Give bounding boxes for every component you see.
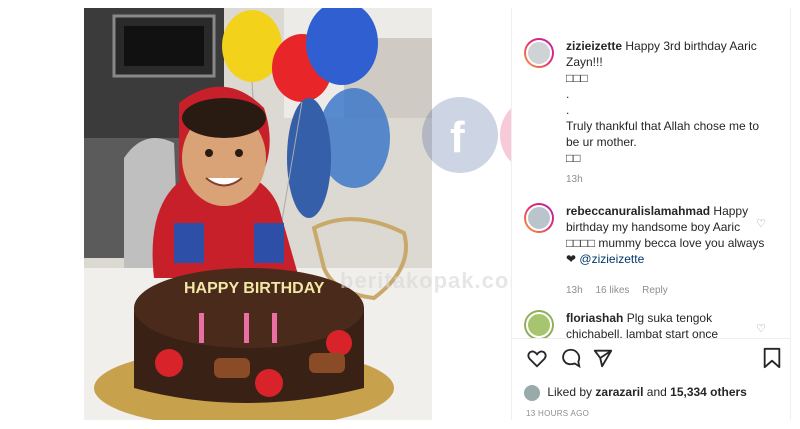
likes-and: and [646, 385, 667, 400]
avatar[interactable] [524, 310, 554, 338]
comment-icon[interactable] [560, 347, 582, 369]
likes-count[interactable]: 15,334 others [670, 385, 747, 399]
svg-text:f: f [450, 113, 465, 162]
comment-username[interactable]: floriashah [566, 311, 623, 325]
avatar[interactable] [524, 38, 554, 68]
share-icon[interactable] [592, 347, 614, 369]
caption-dot: . [566, 87, 570, 101]
comment-meta: 13h 16 likes Reply [566, 285, 678, 296]
watermark-text: beritakopak.com [340, 268, 530, 293]
caption-emoji-line: □□ [566, 151, 581, 165]
birthday-photo-illustration: HAPPY BIRTHDAY [84, 8, 432, 420]
caption-body: Truly thankful that Allah chose me to be… [566, 119, 759, 149]
post-photo[interactable]: HAPPY BIRTHDAY [84, 8, 432, 420]
comment-like-heart-icon[interactable]: ♡ [756, 217, 766, 230]
heart-icon[interactable] [526, 347, 548, 369]
svg-text:HAPPY BIRTHDAY: HAPPY BIRTHDAY [184, 280, 325, 297]
bookmark-icon[interactable] [762, 347, 782, 369]
reply-button[interactable]: Reply [642, 285, 668, 296]
comment-text: rebeccanuralislamahmad Happy birthday my… [566, 203, 766, 267]
likes-summary: Liked by zarazaril and 15,334 others [524, 385, 747, 401]
avatar[interactable] [524, 203, 554, 233]
comment-mention[interactable]: @zizieizette [579, 252, 644, 266]
liker-avatar[interactable] [524, 385, 540, 401]
liked-by-label: Liked by [547, 385, 593, 400]
caption-meta: 13h [566, 174, 593, 185]
caption-text: zizieizette Happy 3rd birthday Aaric Zay… [566, 38, 766, 166]
caption-time[interactable]: 13h [566, 174, 583, 185]
comment-username[interactable]: rebeccanuralislamahmad [566, 204, 710, 218]
comment-likes[interactable]: 16 likes [595, 285, 629, 296]
post-timestamp[interactable]: 13 HOURS AGO [526, 409, 589, 418]
caption-username[interactable]: zizieizette [566, 39, 622, 53]
comment-time[interactable]: 13h [566, 285, 583, 296]
liker-username[interactable]: zarazaril [595, 385, 643, 399]
post-actions: Liked by zarazaril and 15,334 others 13 … [512, 338, 790, 421]
comments-list[interactable]: zizieizette Happy 3rd birthday Aaric Zay… [512, 8, 790, 338]
caption-emoji-line: □□□ [566, 71, 588, 85]
comment-text: floriashah Plg suka tengok chichabell, l… [566, 310, 766, 338]
post-side-panel: zizieizette Happy 3rd birthday Aaric Zay… [511, 8, 791, 420]
caption-dot: . [566, 103, 570, 117]
comment-like-heart-icon[interactable]: ♡ [756, 322, 766, 335]
